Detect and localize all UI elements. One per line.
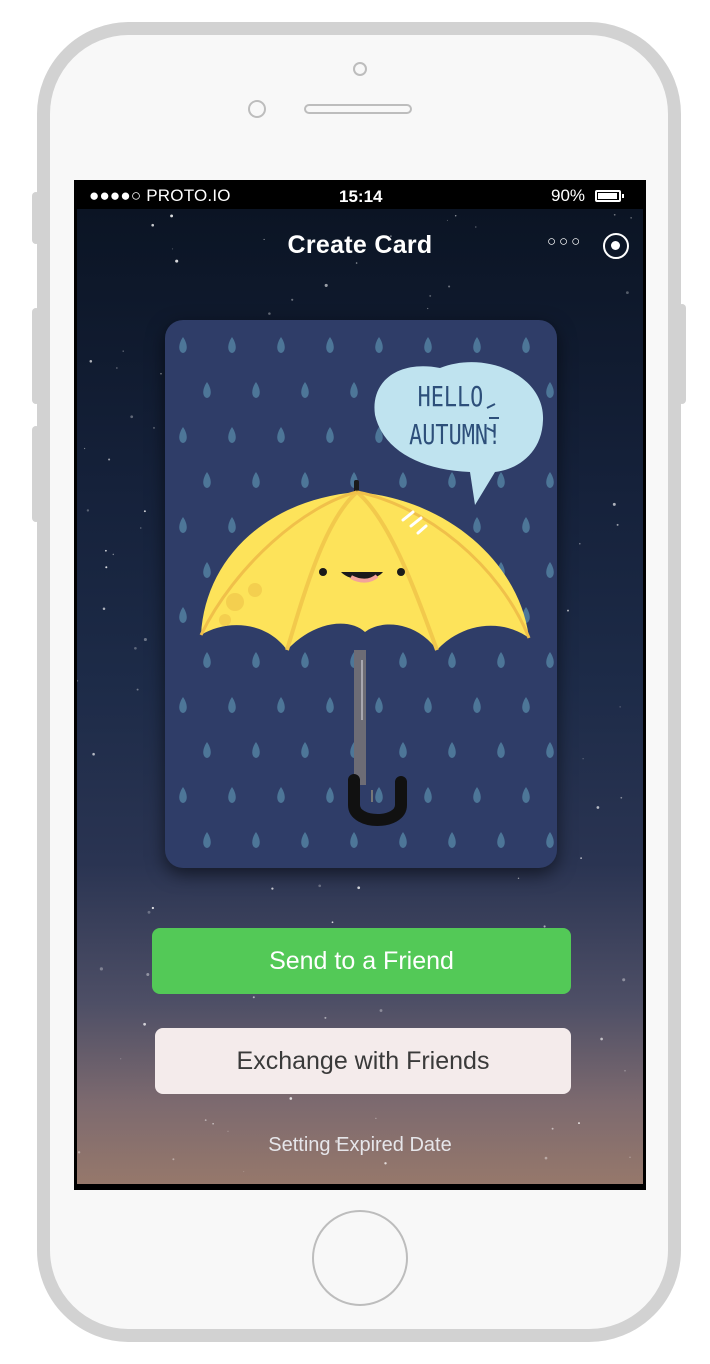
phone-screen: ●●●●○ PROTO.IO 15:14 90% Create Card ○○○… bbox=[74, 180, 646, 1190]
proximity-sensor bbox=[353, 62, 367, 76]
battery-percentage: 90% bbox=[551, 186, 586, 205]
front-camera bbox=[248, 100, 266, 118]
app-background: ●●●●○ PROTO.IO 15:14 90% Create Card ○○○… bbox=[77, 183, 643, 1184]
record-target-icon[interactable] bbox=[603, 233, 629, 259]
clock: 15:14 bbox=[339, 187, 383, 206]
status-bar: ●●●●○ PROTO.IO 15:14 90% bbox=[77, 183, 643, 209]
carrier-label: ●●●●○ PROTO.IO bbox=[89, 186, 231, 205]
setting-expired-date-link[interactable]: Setting Expired Date bbox=[77, 1134, 643, 1157]
card-illustration: HELLO AUTUMN! bbox=[179, 337, 554, 848]
battery-icon bbox=[595, 190, 624, 202]
greeting-card[interactable]: HELLO AUTUMN! bbox=[165, 320, 557, 868]
exchange-with-friends-button[interactable]: Exchange with Friends bbox=[155, 1028, 571, 1094]
send-to-friend-button[interactable]: Send to a Friend bbox=[152, 928, 571, 994]
bubble-text-line1: HELLO bbox=[418, 380, 484, 412]
bubble-text-line2: AUTUMN! bbox=[409, 418, 501, 450]
more-dots-icon[interactable]: ○○○ bbox=[547, 233, 583, 250]
earpiece-speaker bbox=[304, 104, 412, 114]
home-button[interactable] bbox=[312, 1210, 408, 1306]
